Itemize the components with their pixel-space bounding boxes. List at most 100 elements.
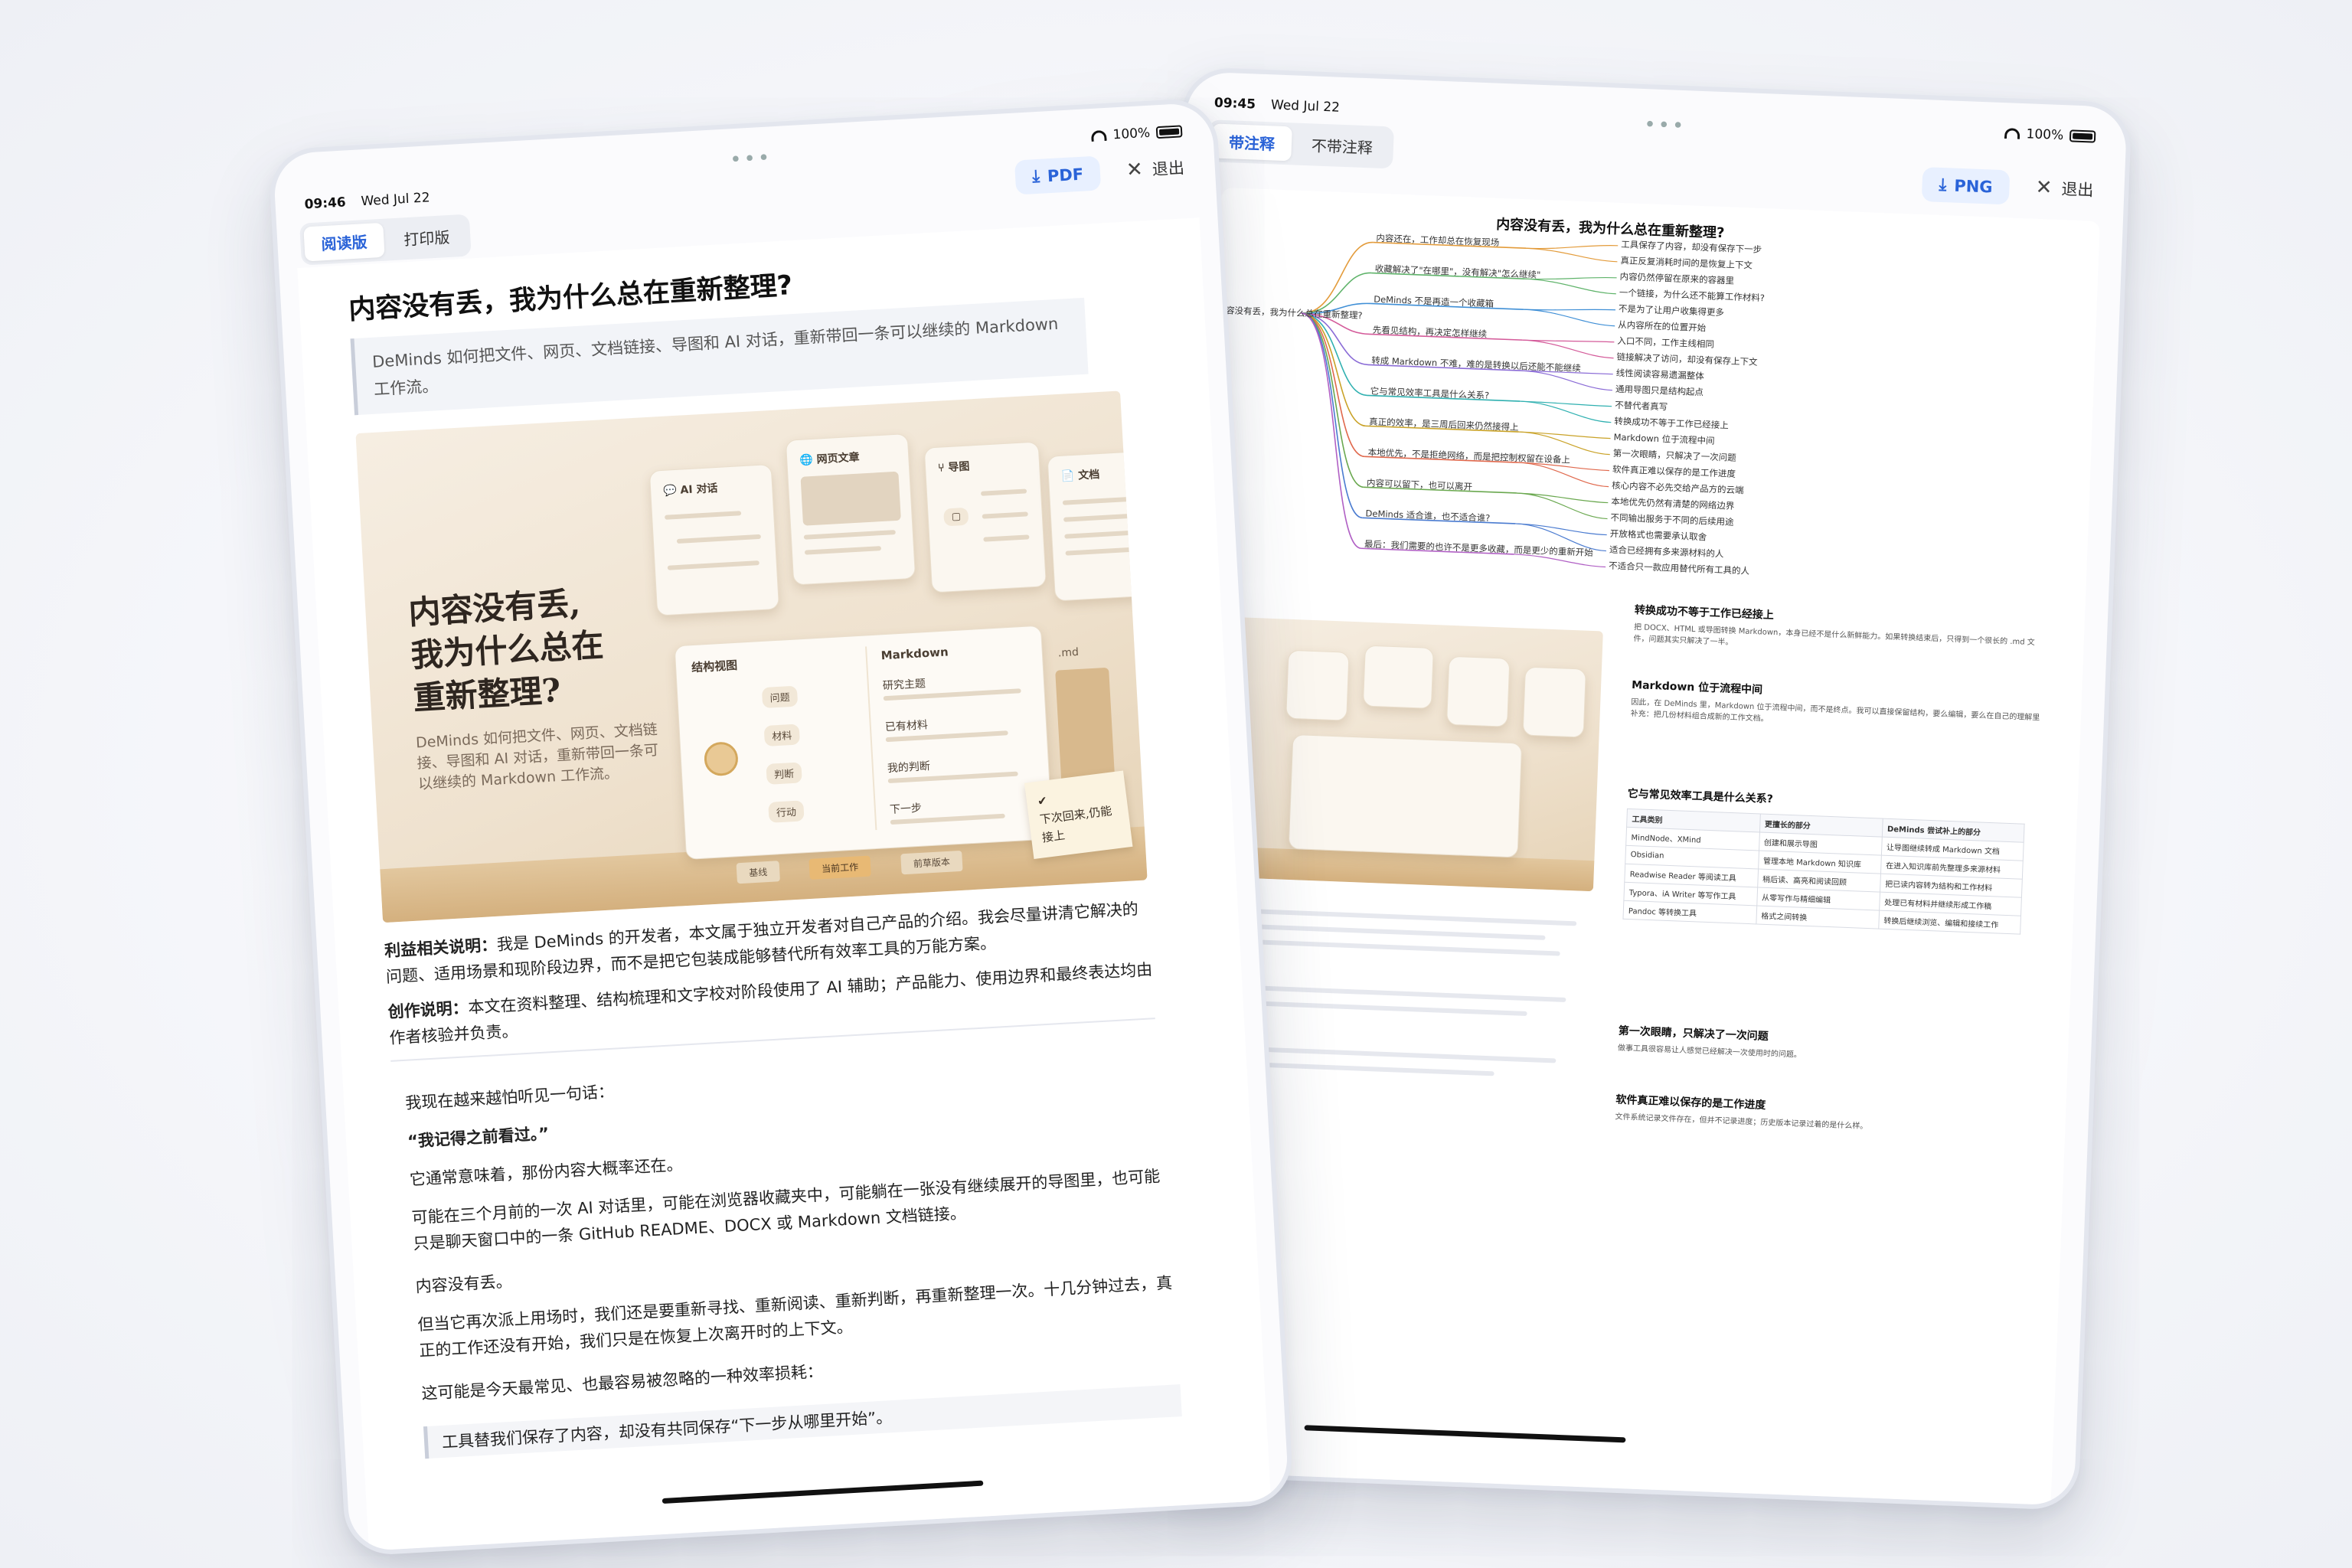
board-divider [865,646,877,831]
png-download-button[interactable]: ⤓ PNG [1921,167,2011,205]
mindmap-leaf: 链接解决了访问，却没有保存上下文 [1616,351,1758,368]
mindmap-leaf: 不同输出服务于不同的后续用途 [1610,511,1734,528]
multitask-dots[interactable]: ••• [729,146,773,172]
multitask-dots[interactable]: ••• [1644,113,1687,138]
ai-chat-card-label: 💬 AI 对话 [662,482,718,498]
mindmap-leaf: Markdown 位于流程中间 [1613,431,1715,446]
line [1063,512,1148,522]
exit-label: 退出 [2061,180,2094,200]
md-section-label: 下一步 [889,802,923,817]
version-chip: 基线 [736,861,780,884]
mindmap-branch: 内容可以留下，也可以离开 [1366,477,1473,492]
mindmap-card-label: ⑂ 导图 [937,460,970,475]
thumb-card [1362,645,1434,709]
web-article-card: 🌐 网页文章 [785,433,916,586]
mindmap-leaf: 不替代者真写 [1614,399,1668,413]
structure-node: 行动 [768,800,805,823]
mindmap-branch: 收藏解决了"在哪里"，没有解决"怎么继续" [1374,263,1541,280]
mindmap-branch: 真正的效率，是三周后回来仍然接得上 [1368,416,1519,433]
download-icon: ⤓ [1031,166,1040,187]
md-file-label: .md [1057,645,1080,660]
mindmap-label-text: 导图 [947,460,970,475]
status-time-value: 09:46 [304,194,347,213]
png-download-label: PNG [1953,176,1993,197]
ai-chat-card: 💬 AI 对话 [648,463,780,616]
status-battery: 100% [2004,126,2096,145]
mindmap-leaf: 第一次眼睛，只解决了一次问题 [1612,447,1736,463]
comparison-table: 工具类别 更擅长的部分 DeMinds 尝试补上的部分 MindNode、XMi… [1622,808,2025,935]
status-date: Wed Jul 22 [361,190,431,210]
mindmap: 内容没有丢，我为什么总在重新整理? 内容还在，工作却总在恢复现场 收藏解决了"在哪里… [1207,218,2109,619]
hero-subtitle: DeMinds 如何把文件、网页、文档链接、导图和 AI 对话，重新带回一条可以… [415,720,659,793]
structure-node: 材料 [763,724,801,747]
mindmap-leaf: 从内容所在的位置开始 [1617,318,1707,334]
exit-label: 退出 [1152,158,1185,179]
section-heading: Markdown 位于流程中间 [1631,678,1763,697]
status-time-value: 09:45 [1214,95,1256,113]
tab-print[interactable]: 打印版 [386,218,467,257]
thumb-card [1522,666,1586,738]
mindmap-card: ⑂ 导图 ▢ [923,441,1047,593]
idea-node-icon [703,741,740,777]
battery-icon [1155,125,1183,139]
image-icon [800,471,901,526]
version-chip: 前草版本 [900,850,963,875]
pdf-download-button[interactable]: ⤓ PDF [1014,155,1102,195]
tab-unannotated[interactable]: 不带注释 [1294,127,1390,165]
article-scroll-area[interactable]: 内容没有丢，我为什么总在重新整理? DeMinds 如何把文件、网页、文档链接、… [297,217,1272,1551]
thumb-card [1285,649,1350,721]
thumb-card [1446,655,1511,727]
structure-node: 判断 [766,762,802,785]
exit-button[interactable]: ✕ 退出 [1125,155,1184,181]
mindmap-leaf: 开放格式也需要承认取舍 [1609,528,1707,543]
mindmap-branch: 最后：我们需要的也许不是更多收藏，而是更少的重新开始 [1364,538,1594,558]
wifi-icon [1091,129,1108,142]
md-section-label: 已有材料 [884,719,929,734]
line [980,488,1027,496]
battery-percent: 100% [1112,125,1151,143]
structure-view-title: 结构视图 [691,658,738,675]
pdf-download-label: PDF [1047,165,1084,185]
thumb-board [1288,733,1523,858]
document-card: 📄 文档 [1047,449,1148,602]
status-time: 09:45 Wed Jul 22 [1214,95,1341,115]
mindmap-leaf: 内容仍然停留在原来的容器里 [1619,270,1735,286]
mindmap-leaf: 真正反复消耗时间的是恢复上下文 [1620,254,1753,271]
battery-icon [2069,129,2096,143]
text-line [1209,906,1577,926]
mindmap-leaf: 本地优先仍然有清楚的网络边界 [1611,495,1735,511]
export-preview-page: 内容没有丢，我为什么总在重新整理? 内容没有丢，我为什么总在重新整理? 内容还在，… [1172,187,2100,1505]
section-heading: 第一次眼睛，只解决了一次问题 [1618,1024,1769,1044]
line [983,534,1030,542]
mindmap-leaf: 一个链接，为什么还不能算工作材料? [1619,286,1766,304]
line [982,511,1028,519]
tab-annotated[interactable]: 带注释 [1211,123,1292,162]
mindmap-branch: 先看见结构，再决定怎样继续 [1372,324,1488,340]
hero-title: 内容没有丢, 我为什么总在 重新整理? [407,581,607,720]
section-heading: 软件真正难以保存的是工作进度 [1615,1093,1766,1112]
version-chip: 当前工作 [808,855,871,880]
mindmap-leaf: 核心内容不必先交给产品方的云端 [1611,479,1744,496]
line [665,511,742,520]
table-cell: 格式之间转换 [1756,905,1880,929]
line [676,534,761,544]
mindmap-node-icon: ▢ [943,507,969,527]
section-text: 文件系统记录文件存在，但并不记录进度；历史版本记录过着的是什么样。 [1615,1112,1868,1132]
hero-thumbnail [1210,616,1603,892]
mindmap-branch: 内容还在，工作却总在恢复现场 [1376,232,1500,248]
mindmap-branch: 转成 Markdown 不难，难的是转换以后还能不能继续 [1370,354,1581,374]
tab-reading[interactable]: 阅读版 [303,222,385,262]
section-text: 因此，在 DeMinds 里，Markdown 位于流程中间，而不是终点。我可以… [1630,697,2040,724]
exit-button[interactable]: ✕ 退出 [2035,176,2094,201]
line [1065,547,1142,556]
left-tablet: 09:46 Wed Jul 22 ••• 100% 阅读版 打印版 ⤓ PDF … [267,96,1295,1557]
section-text: 把 DOCX、HTML 或导图转换 Markdown，本身已经不是什么新鲜能力。… [1633,623,2035,648]
mindmap-leaf: 不是为了让用户收集得更多 [1618,302,1725,318]
line [1062,496,1139,505]
mindmap-branch: 它与常见效率工具是什么关系? [1370,385,1490,401]
close-icon: ✕ [1125,158,1144,182]
mindmap-branch: DeMinds 适合谁，也不适合谁? [1365,508,1491,524]
status-date: Wed Jul 22 [1270,97,1341,116]
mindmap-leaf: 通用导图只是结构起点 [1615,383,1704,398]
doc-label-text: 文档 [1077,469,1100,482]
